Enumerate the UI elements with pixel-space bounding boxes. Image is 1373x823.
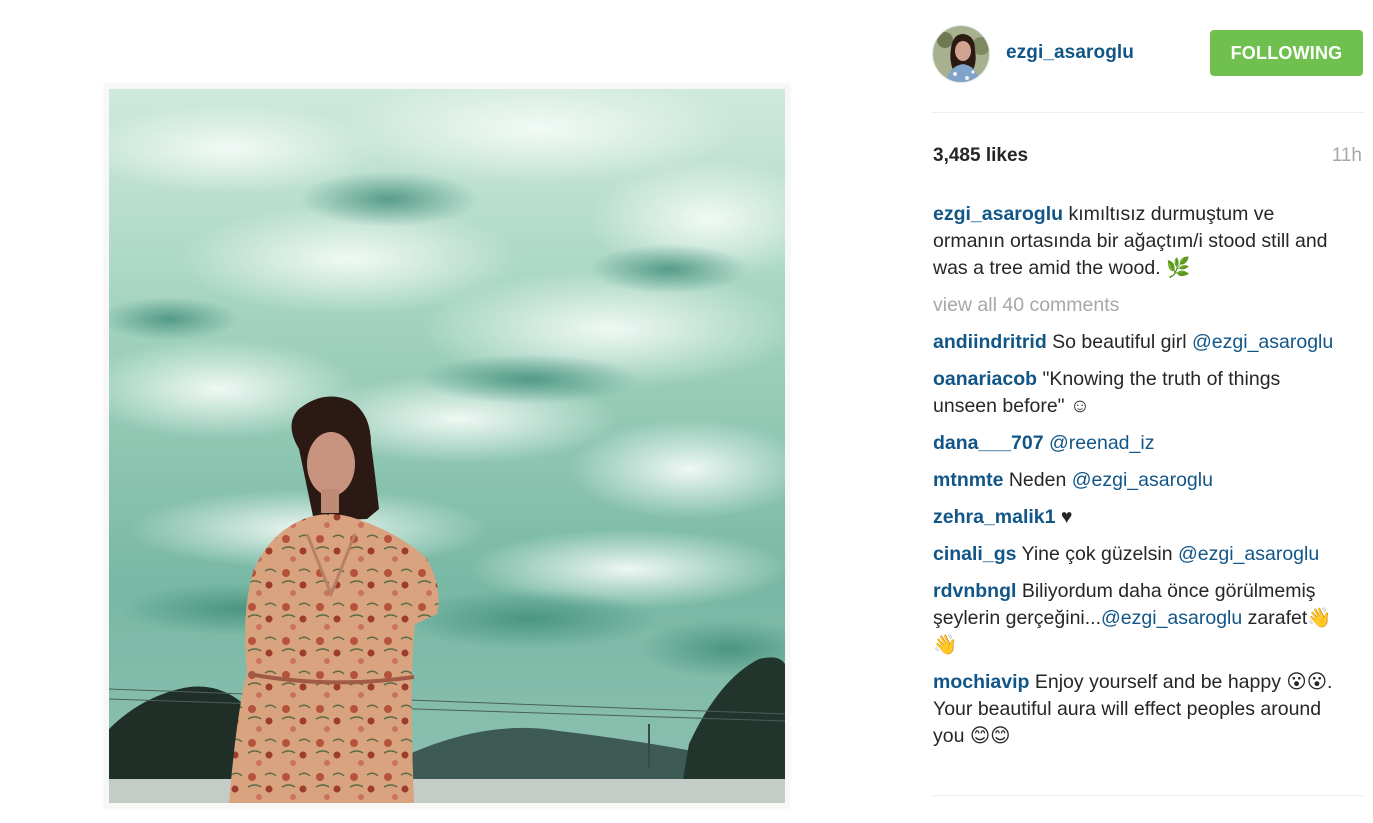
- comment-mention-link[interactable]: @ezgi_asaroglu: [1101, 607, 1242, 629]
- comment-text: ♥: [1055, 506, 1073, 528]
- comment-item: andiindritrid So beautiful girl @ezgi_as…: [933, 329, 1343, 356]
- post-timestamp[interactable]: 11h: [1332, 145, 1362, 167]
- comment-mention-link[interactable]: @ezgi_asaroglu: [1192, 331, 1333, 353]
- comment-text: Neden: [1003, 469, 1072, 491]
- comment-author-link[interactable]: rdvnbngl: [933, 580, 1016, 602]
- following-button[interactable]: FOLLOWING: [1210, 30, 1363, 76]
- avatar[interactable]: [932, 25, 990, 83]
- comment-text: So beautiful girl: [1046, 331, 1193, 353]
- caption-author-link[interactable]: ezgi_asaroglu: [933, 203, 1063, 225]
- comment-author-link[interactable]: dana___707: [933, 432, 1044, 454]
- caption: ezgi_asaroglu kımıltısız durmuştum ve or…: [933, 201, 1343, 282]
- comment-item: dana___707 @reenad_iz: [933, 430, 1343, 457]
- view-all-comments-link[interactable]: view all 40 comments: [933, 292, 1343, 319]
- comment-author-link[interactable]: mochiavip: [933, 671, 1029, 693]
- avatar-image: [933, 26, 989, 82]
- comment-author-link[interactable]: andiindritrid: [933, 331, 1047, 353]
- comment-item: mochiavip Enjoy yourself and be happy 😮😮…: [933, 669, 1343, 750]
- comment-mention-link[interactable]: @ezgi_asaroglu: [1178, 543, 1319, 565]
- divider: [932, 112, 1364, 113]
- comment-item: rdvnbngl Biliyordum daha önce görülmemiş…: [933, 578, 1343, 659]
- comment-author-link[interactable]: mtnmte: [933, 469, 1003, 491]
- comments-list: ezgi_asaroglu kımıltısız durmuştum ve or…: [933, 201, 1343, 793]
- post-sidebar: ezgi_asaroglu FOLLOWING 3,485 likes 11h …: [932, 0, 1364, 823]
- comment-item: mtnmte Neden @ezgi_asaroglu: [933, 467, 1343, 494]
- comment-author-link[interactable]: cinali_gs: [933, 543, 1016, 565]
- comment-author-link[interactable]: zehra_malik1: [933, 506, 1056, 528]
- comment-item: oanariacob "Knowing the truth of things …: [933, 366, 1343, 420]
- post-header: ezgi_asaroglu FOLLOWING: [932, 22, 1364, 86]
- divider: [932, 795, 1364, 796]
- comment-text: Yine çok güzelsin: [1016, 543, 1178, 565]
- likes-count[interactable]: 3,485 likes: [933, 145, 1028, 167]
- comment-mention-link[interactable]: @reenad_iz: [1049, 432, 1154, 454]
- comment-item: cinali_gs Yine çok güzelsin @ezgi_asarog…: [933, 541, 1343, 568]
- username-link[interactable]: ezgi_asaroglu: [1006, 42, 1134, 64]
- comment-mention-link[interactable]: @ezgi_asaroglu: [1072, 469, 1213, 491]
- media-pane: [0, 0, 900, 823]
- comment-author-link[interactable]: oanariacob: [933, 368, 1037, 390]
- comment-item: zehra_malik1 ♥: [933, 504, 1343, 531]
- photo-frame: [104, 84, 790, 808]
- post-photo[interactable]: [109, 89, 785, 803]
